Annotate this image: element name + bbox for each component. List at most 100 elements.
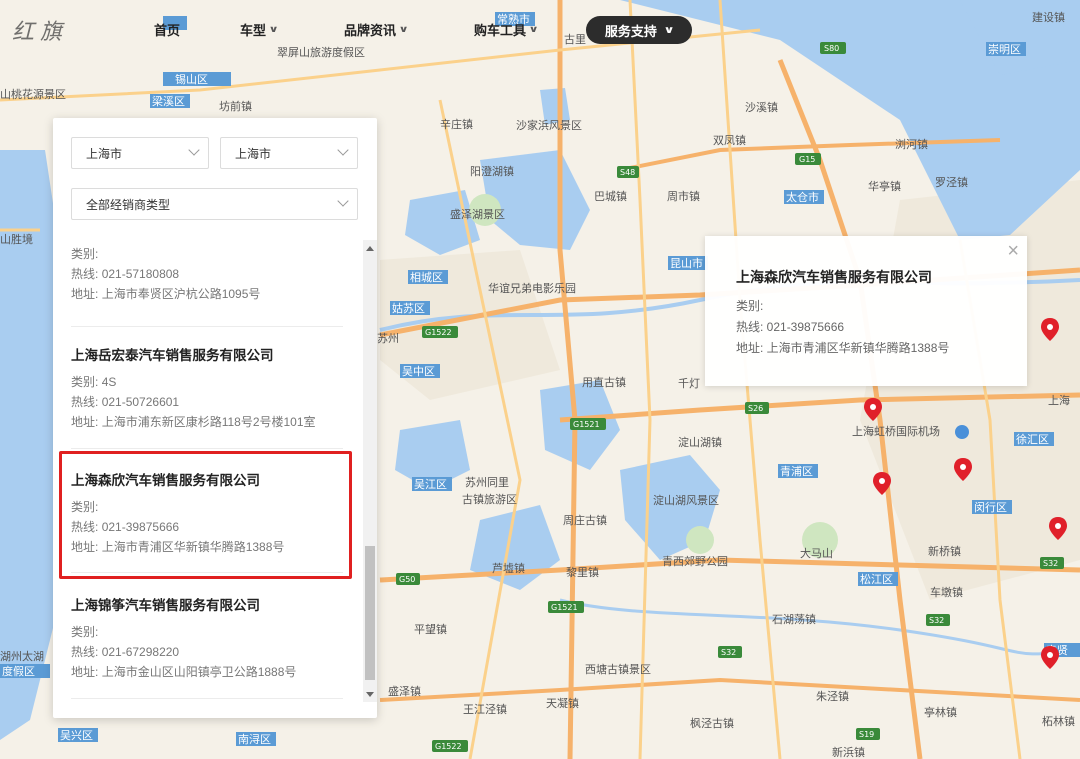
city-select[interactable]: 上海市 [220,137,358,169]
divider [71,698,343,699]
chevron-down-icon [337,144,349,156]
dealer-item[interactable]: 上海锦筝汽车销售服务有限公司 类别: 热线: 021-67298220 地址: … [71,594,347,682]
svg-text:辛庄镇: 辛庄镇 [440,117,473,131]
dealer-search-panel: 上海市 上海市 全部经销商类型 类别: 热线: 021-57180808 地址:… [53,118,377,718]
scroll-down-arrow-icon[interactable] [366,692,374,697]
svg-text:度假区: 度假区 [2,664,35,678]
province-select[interactable]: 上海市 [71,137,209,169]
svg-text:S32: S32 [929,616,944,625]
svg-text:湖州太湖: 湖州太湖 [0,650,44,663]
svg-text:沙家浜风景区: 沙家浜风景区 [516,118,582,132]
svg-text:平望镇: 平望镇 [414,622,447,636]
svg-text:千灯: 千灯 [678,377,700,390]
svg-text:浏河镇: 浏河镇 [895,137,928,151]
svg-text:G50: G50 [399,575,415,584]
dealer-item[interactable]: 上海岳宏泰汽车销售服务有限公司 类别: 4S 热线: 021-50726601 … [71,344,347,432]
nav-brand-news[interactable]: 品牌资讯 ∨ [344,20,409,39]
svg-text:苏州同里: 苏州同里 [465,476,509,489]
city-select-value: 上海市 [235,146,272,161]
svg-text:S48: S48 [620,168,635,177]
dealer-item-selected[interactable]: 上海森欣汽车销售服务有限公司 类别: 热线: 021-39875666 地址: … [71,469,347,557]
svg-text:淀山湖风景区: 淀山湖风景区 [653,493,719,507]
dealer-name: 上海森欣汽车销售服务有限公司 [71,473,260,488]
svg-text:S32: S32 [1043,559,1058,568]
nav-home[interactable]: 首页 [154,20,180,39]
divider [71,448,343,449]
svg-text:姑苏区: 姑苏区 [392,302,425,315]
svg-text:车墩镇: 车墩镇 [930,585,963,599]
svg-text:坊前镇: 坊前镇 [219,99,252,113]
svg-text:华亭镇: 华亭镇 [868,179,901,193]
svg-text:翠屏山旅游度假区: 翠屏山旅游度假区 [277,45,365,59]
dealer-name: 上海锦筝汽车销售服务有限公司 [71,598,260,613]
svg-text:苏州: 苏州 [377,332,399,345]
dealer-type-select[interactable]: 全部经销商类型 [71,188,358,220]
svg-text:太仓市: 太仓市 [786,190,819,204]
svg-text:罗泾镇: 罗泾镇 [935,175,968,189]
nav-purchase-tools[interactable]: 购车工具 ∨ [474,20,539,39]
top-navigation: 红旗 首页 车型 ∨ 品牌资讯 ∨ 购车工具 ∨ 服务支持 ∨ [0,14,1080,46]
svg-text:石湖荡镇: 石湖荡镇 [772,612,816,626]
svg-text:青西郊野公园: 青西郊野公园 [662,555,728,568]
dealer-type-select-value: 全部经销商类型 [86,197,171,212]
svg-text:盛泽镇: 盛泽镇 [388,684,421,698]
svg-text:朱泾镇: 朱泾镇 [816,689,849,703]
svg-text:用直古镇: 用直古镇 [582,375,626,389]
svg-text:S26: S26 [748,404,763,413]
chevron-down-icon: ∨ [528,24,539,34]
dealer-phone: 热线: 021-67298220 [71,645,180,659]
svg-text:徐汇区: 徐汇区 [1016,432,1049,446]
svg-text:锡山区: 锡山区 [175,72,208,86]
chevron-down-icon: ∨ [663,24,675,36]
svg-text:黎里镇: 黎里镇 [566,565,599,579]
svg-text:山胜境: 山胜境 [0,232,33,246]
chevron-down-icon: ∨ [398,24,409,34]
svg-text:昆山市: 昆山市 [670,256,703,270]
dealer-type: 类别: [71,625,99,639]
popup-dealer-type: 类别: [736,299,764,313]
dealer-item[interactable]: 类别: 热线: 021-57180808 地址: 上海市奉贤区沪杭公路1095号 [71,244,347,304]
dealer-list[interactable]: 类别: 热线: 021-57180808 地址: 上海市奉贤区沪杭公路1095号… [53,240,377,702]
svg-text:S19: S19 [859,730,874,739]
nav-home-label: 首页 [154,23,181,38]
nav-brand-news-label: 品牌资讯 [344,23,397,38]
scroll-up-arrow-icon[interactable] [366,246,374,251]
nav-service-support[interactable]: 服务支持 ∨ [586,16,692,44]
scrollbar-thumb[interactable] [365,546,375,680]
svg-text:天凝镇: 天凝镇 [546,696,579,710]
svg-text:新桥镇: 新桥镇 [928,544,961,558]
svg-text:双凤镇: 双凤镇 [713,133,746,147]
dealer-phone: 热线: 021-57180808 [71,267,180,281]
svg-text:青浦区: 青浦区 [780,465,813,478]
svg-text:G15: G15 [799,155,815,164]
svg-text:山桃花源景区: 山桃花源景区 [0,87,66,101]
chevron-down-icon [188,144,200,156]
svg-text:西塘古镇景区: 西塘古镇景区 [585,662,651,676]
svg-text:枫泾古镇: 枫泾古镇 [690,716,734,730]
svg-text:芦墟镇: 芦墟镇 [492,561,525,575]
svg-text:周市镇: 周市镇 [667,189,700,203]
province-select-value: 上海市 [86,146,123,161]
svg-text:巴城镇: 巴城镇 [594,189,627,203]
svg-text:新浜镇: 新浜镇 [832,745,865,759]
nav-models[interactable]: 车型 ∨ [240,20,279,39]
svg-text:G1522: G1522 [425,328,452,337]
svg-text:周庄古镇: 周庄古镇 [563,513,607,527]
brand-logo[interactable]: 红旗 [12,14,68,46]
dealer-type: 类别: 4S [71,375,117,389]
svg-text:盛泽湖景区: 盛泽湖景区 [450,207,505,221]
svg-text:G1521: G1521 [551,603,578,612]
svg-text:亭林镇: 亭林镇 [924,705,957,719]
svg-text:大马山: 大马山 [800,546,833,560]
svg-text:上海虹桥国际机场: 上海虹桥国际机场 [852,424,940,438]
close-icon[interactable]: × [1007,240,1019,263]
dealer-name: 上海岳宏泰汽车销售服务有限公司 [71,348,274,363]
dealer-phone: 热线: 021-39875666 [71,520,180,534]
dealer-type: 类别: [71,500,99,514]
svg-text:吴兴区: 吴兴区 [60,729,93,742]
divider [71,326,343,327]
dealer-address: 地址: 上海市金山区山阳镇亭卫公路1888号 [71,665,297,679]
svg-text:吴中区: 吴中区 [402,365,435,378]
nav-models-label: 车型 [240,23,267,38]
svg-text:相城区: 相城区 [410,271,443,284]
